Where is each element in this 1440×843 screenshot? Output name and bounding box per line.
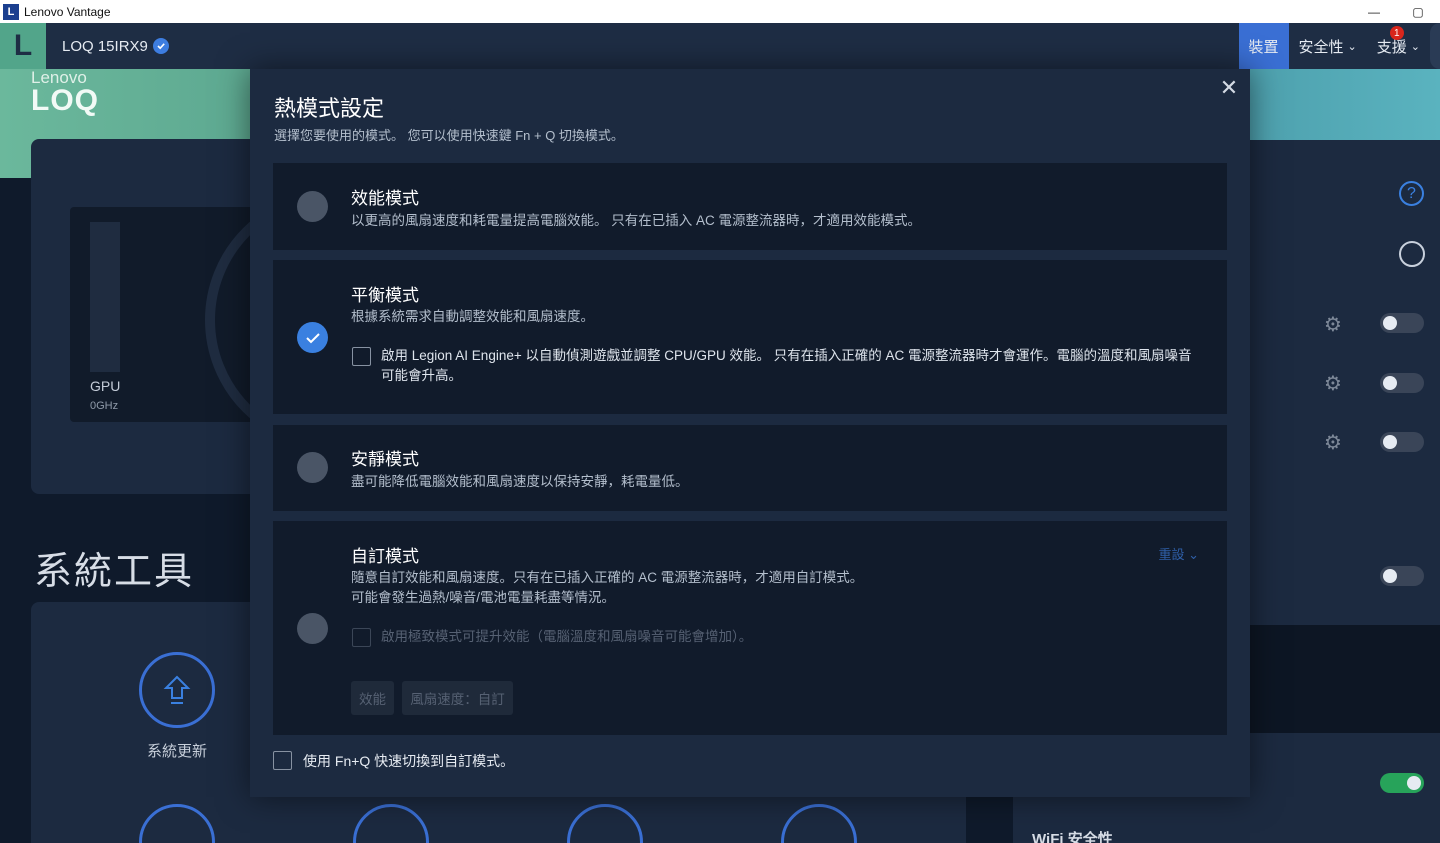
setting-toggle[interactable] xyxy=(1380,313,1424,333)
check-icon xyxy=(305,332,320,343)
dialog-subtitle: 選擇您要使用的模式。 您可以使用快速鍵 Fn + Q 切換模式。 xyxy=(274,128,624,143)
nav-support-label: 支援 xyxy=(1376,38,1407,56)
radio-quiet[interactable] xyxy=(297,452,328,483)
mode-title: 自訂模式 xyxy=(351,547,419,566)
verified-check-icon xyxy=(152,37,169,54)
reset-label: 重設 xyxy=(1158,547,1185,562)
chevron-down-icon: ⌄ xyxy=(1188,547,1199,562)
wifi-security-label: WiFi 安全性 xyxy=(1032,831,1113,843)
nav-security[interactable]: 安全性 ⌄ xyxy=(1289,23,1367,69)
app-header: L LOQ 15IRX9 裝置 安全性 ⌄ 1 支援 ⌄ xyxy=(0,23,1440,69)
window-controls: — ▢ xyxy=(1352,0,1440,23)
account-button[interactable] xyxy=(1430,23,1440,69)
mode-option-balanced[interactable]: 平衡模式 根據系統需求自動調整效能和風扇速度。 啟用 Legion AI Eng… xyxy=(273,260,1227,414)
ai-engine-label-line2: 可能會升高。 xyxy=(381,368,462,383)
mode-option-quiet[interactable]: 安靜模式 盡可能降低電腦效能和風扇速度以保持安靜，耗電量低。 xyxy=(273,425,1227,511)
nav-device-label: 裝置 xyxy=(1248,38,1279,56)
mode-description-line2: 可能會發生過熱/噪音/電池電量耗盡等情況。 xyxy=(351,590,616,605)
gpu-frequency: 0GHz xyxy=(90,400,119,412)
top-nav: 裝置 安全性 ⌄ 1 支援 ⌄ xyxy=(1238,23,1440,69)
mode-option-performance[interactable]: 效能模式 以更高的風扇速度和耗電量提高電腦效能。 只有在已插入 AC 電源整流器… xyxy=(273,163,1227,250)
extreme-mode-label: 啟用極致模式可提升效能（電腦溫度和風扇噪音可能會增加）。 xyxy=(381,629,753,644)
setting-toggle[interactable] xyxy=(1380,566,1424,586)
chevron-down-icon: ⌄ xyxy=(1410,40,1420,53)
mode-title: 效能模式 xyxy=(351,189,419,208)
mode-option-custom[interactable]: 自訂模式 重設 ⌄ 隨意自訂效能和風扇速度。只有在已插入正確的 AC 電源整流器… xyxy=(273,521,1227,735)
mode-description: 盡可能降低電腦效能和風扇速度以保持安靜，耗電量低。 xyxy=(351,474,689,489)
fnq-custom-label: 使用 Fn+Q 快速切換到自訂模式。 xyxy=(303,753,515,769)
mode-title: 平衡模式 xyxy=(351,286,419,305)
nav-security-label: 安全性 xyxy=(1298,38,1344,56)
window-title: Lenovo Vantage xyxy=(24,4,111,19)
setting-toggle[interactable] xyxy=(1380,432,1424,452)
setting-toggle[interactable] xyxy=(1380,373,1424,393)
device-name: LOQ 15IRX9 xyxy=(62,37,148,55)
mode-description: 以更高的風扇速度和耗電量提高電腦效能。 只有在已插入 AC 電源整流器時，才適用… xyxy=(351,213,922,228)
radio-balanced[interactable] xyxy=(297,322,328,353)
setting-toggle-on[interactable] xyxy=(1380,773,1424,793)
gpu-label: GPU xyxy=(90,378,121,394)
system-tools-heading: 系統工具 xyxy=(34,551,195,593)
upload-arrow-icon xyxy=(163,675,191,704)
os-titlebar: L Lenovo Vantage — ▢ xyxy=(0,0,1440,23)
dialog-title: 熱模式設定 xyxy=(274,96,385,121)
radio-custom[interactable] xyxy=(297,613,328,644)
nav-support[interactable]: 1 支援 ⌄ xyxy=(1367,23,1430,69)
performance-pill[interactable]: 效能 xyxy=(351,681,394,715)
app-logo-icon: L xyxy=(3,3,19,20)
help-icon[interactable]: ? xyxy=(1399,181,1424,206)
thermal-mode-dialog: ✕ 熱模式設定 選擇您要使用的模式。 您可以使用快速鍵 Fn + Q 切換模式。… xyxy=(250,69,1250,797)
mode-title: 安靜模式 xyxy=(351,450,419,469)
ai-engine-checkbox[interactable] xyxy=(352,347,371,366)
fan-speed-pill[interactable]: 風扇速度：自訂 xyxy=(402,681,513,715)
right-dark-area xyxy=(1250,625,1440,735)
mode-description-line1: 隨意自訂效能和風扇速度。只有在已插入正確的 AC 電源整流器時，才適用自訂模式。 xyxy=(351,570,864,585)
chevron-down-icon: ⌄ xyxy=(1347,40,1357,53)
brand-loq-logo: LOQ xyxy=(31,84,99,117)
radio-performance[interactable] xyxy=(297,191,328,222)
fnq-custom-checkbox[interactable] xyxy=(273,751,292,770)
gpu-usage-bar xyxy=(90,222,120,372)
system-update-label: 系統更新 xyxy=(147,743,208,760)
gear-icon[interactable]: ⚙ xyxy=(1324,371,1342,396)
nav-device[interactable]: 裝置 xyxy=(1238,23,1289,69)
gear-icon[interactable]: ⚙ xyxy=(1324,312,1342,337)
system-update-button[interactable] xyxy=(139,652,215,728)
extreme-mode-checkbox[interactable] xyxy=(352,628,371,647)
mode-description: 根據系統需求自動調整效能和風扇速度。 xyxy=(351,309,594,324)
gear-icon[interactable]: ⚙ xyxy=(1324,430,1342,455)
auto-mode-icon[interactable] xyxy=(1399,241,1425,267)
close-icon[interactable]: ✕ xyxy=(1218,75,1240,100)
notification-badge: 1 xyxy=(1389,26,1404,40)
lenovo-logo-icon[interactable]: L xyxy=(0,23,46,69)
minimize-button[interactable]: — xyxy=(1352,0,1396,23)
device-selector[interactable]: LOQ 15IRX9 xyxy=(62,37,169,55)
reset-dropdown[interactable]: 重設 ⌄ xyxy=(1158,544,1199,563)
ai-engine-label-line1: 啟用 Legion AI Engine+ 以自動偵測遊戲並調整 CPU/GPU … xyxy=(381,348,1192,363)
maximize-button[interactable]: ▢ xyxy=(1396,0,1440,23)
